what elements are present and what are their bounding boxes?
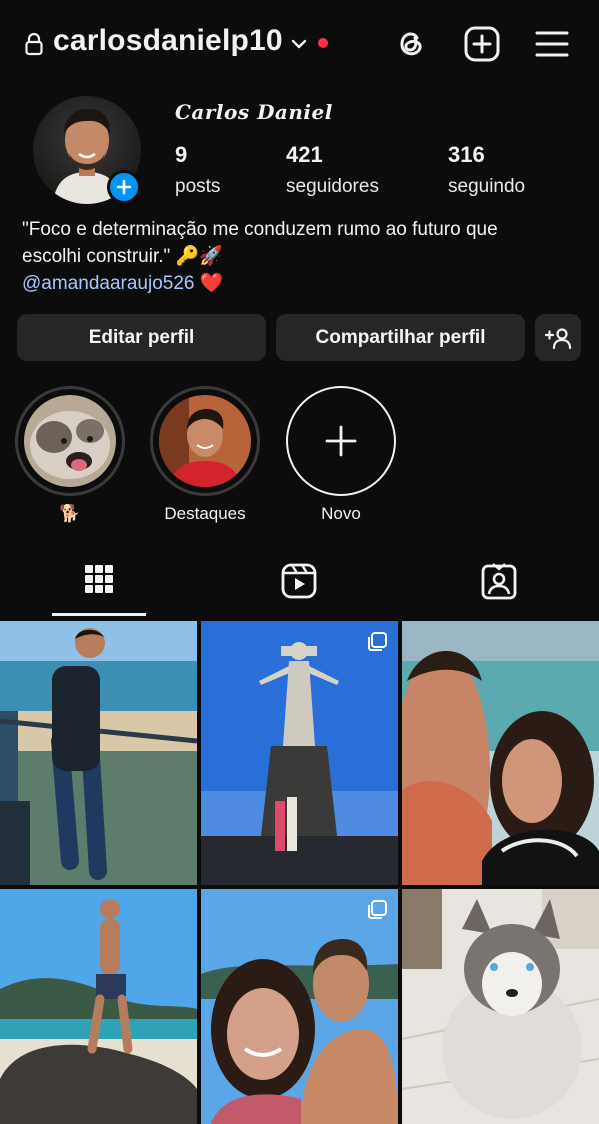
- post-tile[interactable]: [0, 621, 197, 885]
- plus-icon: [116, 179, 132, 195]
- highlight-dog[interactable]: 🐕: [15, 386, 125, 524]
- profile-bio: "Foco e determinação me conduzem rumo ao…: [22, 216, 582, 297]
- highlight-cover: [24, 395, 116, 487]
- bio-heart-emoji: ❤️: [199, 273, 224, 294]
- chevron-down-icon[interactable]: [290, 35, 308, 53]
- highlight-ring: [286, 386, 396, 496]
- multiple-photos-icon: [368, 900, 387, 919]
- grid-icon[interactable]: [74, 560, 124, 604]
- bio-line-1: "Foco e determinação me conduzem rumo ao…: [22, 219, 498, 240]
- lock-icon: [25, 32, 43, 56]
- multiple-photos-icon: [368, 632, 387, 651]
- plus-icon: [325, 425, 357, 457]
- stat-following[interactable]: 316 seguindo: [448, 142, 525, 198]
- post-image-couple-selfie: [201, 889, 398, 1124]
- highlight-destaques[interactable]: Destaques: [150, 386, 260, 524]
- stat-following-label: seguindo: [448, 176, 526, 197]
- profile-full-name: Carlos Daniel: [175, 100, 333, 124]
- post-image-husky-puppy: [402, 889, 599, 1124]
- post-image-christ-redeemer: [201, 621, 398, 885]
- stat-followers-value: 421: [286, 142, 323, 167]
- edit-profile-button[interactable]: Editar perfil: [17, 314, 266, 361]
- highlight-ring: [15, 386, 125, 496]
- highlight-label: 🐕: [59, 504, 81, 523]
- stat-followers[interactable]: 421 seguidores: [286, 142, 379, 198]
- add-person-icon: [544, 327, 572, 349]
- post-image-kiss: [402, 621, 599, 885]
- highlight-label: Destaques: [164, 504, 246, 523]
- stat-posts[interactable]: 9 posts: [175, 142, 220, 198]
- husky-cover-image: [24, 395, 116, 487]
- notification-dot: [318, 38, 328, 48]
- stat-posts-value: 9: [175, 142, 188, 167]
- highlight-cover: [159, 395, 251, 487]
- post-image-rock-beach: [0, 889, 197, 1124]
- share-profile-button[interactable]: Compartilhar perfil: [276, 314, 525, 361]
- post-tile[interactable]: [201, 889, 398, 1124]
- highlight-label: Novo: [321, 504, 361, 523]
- threads-icon[interactable]: [390, 24, 430, 64]
- reels-icon[interactable]: [274, 560, 324, 604]
- post-tile[interactable]: [402, 621, 599, 885]
- selfie-cover-image: [159, 395, 251, 487]
- posts-grid: [0, 621, 599, 1124]
- post-tile[interactable]: [201, 621, 398, 885]
- bio-mention-link[interactable]: @amandaaraujo526: [22, 273, 194, 294]
- post-tile[interactable]: [0, 889, 197, 1124]
- bio-line-3: @amandaaraujo526 ❤️: [22, 270, 582, 297]
- instagram-profile-screen: carlosdanielp10 Carlos Daniel 9 posts 42…: [0, 0, 599, 1124]
- highlight-new[interactable]: Novo: [286, 386, 396, 524]
- stat-following-value: 316: [448, 142, 485, 167]
- discover-people-button[interactable]: [535, 314, 581, 361]
- stat-followers-label: seguidores: [286, 176, 379, 197]
- highlight-ring: [150, 386, 260, 496]
- stat-posts-label: posts: [175, 176, 221, 197]
- bio-line-2: escolhi construir." 🔑🚀: [22, 246, 223, 267]
- account-switcher-username[interactable]: carlosdanielp10: [53, 24, 283, 58]
- post-image-balcony: [0, 621, 197, 885]
- active-tab-indicator: [52, 613, 146, 616]
- post-tile[interactable]: [402, 889, 599, 1124]
- menu-icon[interactable]: [532, 24, 572, 64]
- create-icon[interactable]: [462, 24, 502, 64]
- add-story-button[interactable]: [107, 170, 141, 204]
- top-bar: carlosdanielp10: [0, 0, 599, 88]
- tagged-icon[interactable]: [474, 560, 524, 604]
